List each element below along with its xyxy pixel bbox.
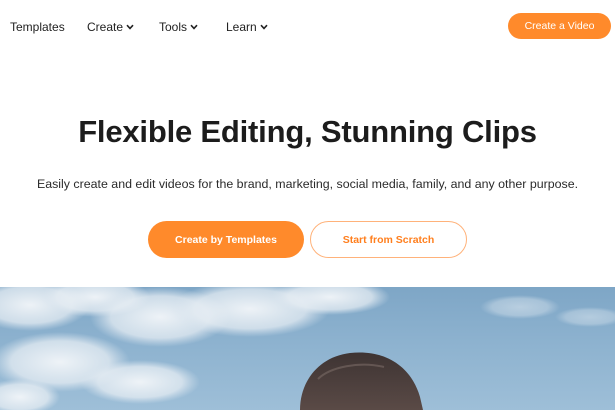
create-video-button[interactable]: Create a Video: [508, 13, 611, 39]
top-nav: Templates Create Tools Learn Create a Vi…: [0, 0, 615, 54]
nav-item-create[interactable]: Create: [87, 20, 134, 34]
page-title: Flexible Editing, Stunning Clips: [78, 114, 537, 149]
chevron-down-icon: [190, 24, 198, 30]
start-from-scratch-label: Start from Scratch: [342, 233, 435, 246]
hero-banner-image: [0, 287, 615, 410]
nav-item-label: Templates: [10, 20, 65, 34]
nav-item-tools[interactable]: Tools: [159, 20, 198, 34]
start-from-scratch-button[interactable]: Start from Scratch: [310, 221, 467, 258]
page: Templates Create Tools Learn Create a Vi…: [0, 0, 615, 410]
sky-clouds-photo: [0, 287, 615, 410]
page-subtitle: Easily create and edit videos for the br…: [36, 177, 579, 191]
create-by-templates-button[interactable]: Create by Templates: [148, 221, 304, 258]
nav-item-label: Learn: [226, 20, 257, 34]
chevron-down-icon: [126, 24, 134, 30]
nav-item-learn[interactable]: Learn: [226, 20, 268, 34]
chevron-down-icon: [260, 24, 268, 30]
nav-item-templates[interactable]: Templates: [10, 20, 65, 34]
create-video-button-label: Create a Video: [524, 20, 595, 32]
nav-item-label: Tools: [159, 20, 188, 34]
nav-item-label: Create: [87, 20, 124, 34]
create-by-templates-label: Create by Templates: [175, 233, 277, 246]
